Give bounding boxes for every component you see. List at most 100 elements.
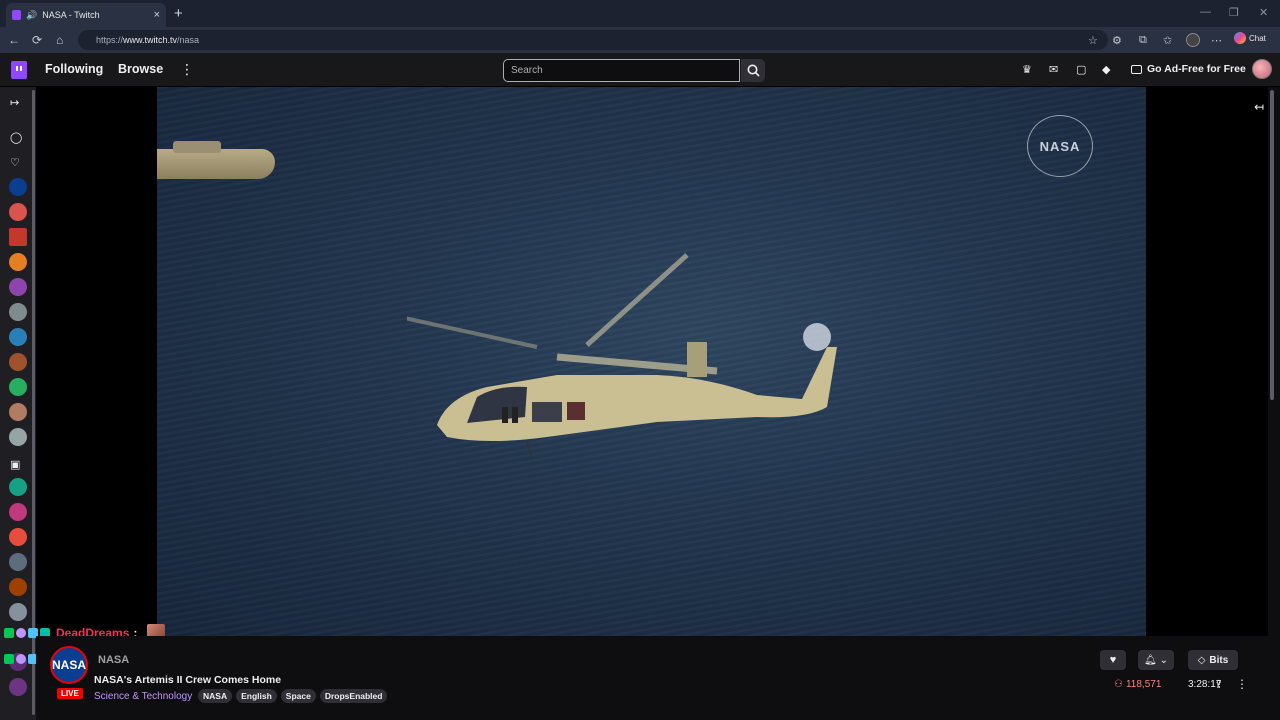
more-options-icon[interactable]: ⋮ [1236,677,1248,691]
bits-button[interactable]: ◇ Bits [1188,650,1238,670]
bell-icon: 🔔︎ [1143,654,1157,666]
sidebar-channel-avatar[interactable] [9,353,27,371]
extensions-icon[interactable]: ⚙ [1112,34,1122,47]
following-link[interactable]: Following [45,62,103,76]
more-menu-icon[interactable]: ⋮ [180,61,194,78]
back-icon[interactable]: ← [8,33,20,47]
maximize-icon[interactable]: ❐ [1229,6,1239,19]
sidebar-channel-avatar[interactable] [9,378,27,396]
viewer-count-value: 118,571 [1125,679,1162,690]
sidebar-channel-avatar[interactable] [9,228,27,246]
sidebar-channel-avatar[interactable] [9,253,27,271]
stream-title: NASA's Artemis II Crew Comes Home [94,674,282,686]
url-path: /nasa [177,35,200,45]
recovery-boat-image [157,141,275,179]
expand-sidebar-icon[interactable]: ↦ [10,96,19,109]
new-tab-icon[interactable]: + [174,5,183,22]
search-icon [747,64,760,77]
prime-loot-icon[interactable]: ♛ [1022,64,1034,76]
channel-avatar[interactable]: NASA [50,646,88,684]
channel-info-bar: NASA LIVE NASA NASA's Artemis II Crew Co… [36,636,1268,720]
bits-diamond-icon: ◇ [1197,654,1206,666]
sidebar-channel-avatar[interactable] [9,303,27,321]
copilot-icon [1234,32,1246,44]
inbox-icon[interactable]: ✉ [1049,64,1061,76]
tag-chip[interactable]: Space [280,689,316,703]
sidebar-channel-avatar[interactable] [9,553,27,571]
user-avatar[interactable] [1252,59,1272,79]
sidebar-channel-avatar[interactable] [9,178,27,196]
whispers-icon[interactable]: ▢ [1076,64,1088,76]
share-icon[interactable]: ⇪ [1214,678,1223,691]
sidebar-channel-avatar[interactable] [9,403,27,421]
home-icon[interactable]: ⌂ [56,33,63,47]
search-input[interactable]: Search [503,59,740,82]
live-badge: LIVE [57,688,83,699]
viewer-count: ⚇ 118,571 [1114,679,1161,690]
profile-avatar[interactable] [1186,33,1200,47]
sidebar-scrollbar[interactable] [32,90,35,715]
twitch-top-nav: Following Browse ⋮ Search ♛ ✉ ▢ ◆ Go Ad-… [0,53,1280,87]
chat-label: Chat [1249,33,1266,43]
tag-chip[interactable]: English [236,689,277,703]
video-player[interactable]: NASA [36,87,1268,636]
split-screen-icon[interactable]: ⧉ [1139,34,1147,47]
ad-free-label: Go Ad-Free for Free [1147,63,1246,75]
tag-chip[interactable]: NASA [198,689,233,703]
go-ad-free-button[interactable]: Go Ad-Free for Free [1131,63,1246,75]
search-button[interactable] [741,59,765,82]
stream-category-link[interactable]: Science & Technology [94,691,192,702]
chat-badge-icon [4,628,14,638]
page-scrollbar[interactable] [1270,90,1274,400]
copilot-chat-button[interactable]: Chat [1234,32,1266,44]
browser-menu-icon[interactable]: ⋯ [1211,34,1222,47]
chat-badge-icon [16,654,26,664]
chevron-down-icon: ⌄ [1159,654,1169,666]
address-bar[interactable]: https://www.twitch.tv/nasa [78,30,1108,50]
chat-badge-icon [4,654,14,664]
notifications-button[interactable]: 🔔︎ ⌄ [1138,650,1174,670]
heart-icon: ♥ [1109,654,1117,666]
browser-tab-strip: 🔊 NASA - Twitch × + — ❐ ✕ [0,0,1280,27]
sidebar-channel-avatar[interactable] [9,203,27,221]
video-camera-icon[interactable]: ▣ [10,458,20,471]
twitch-logo-icon[interactable] [11,61,27,79]
bits-icon[interactable]: ◆ [1102,64,1114,76]
collapse-chat-icon[interactable]: ↤ [1254,100,1264,114]
speaker-icon[interactable]: 🔊 [26,10,37,21]
browser-toolbar: ← ⟳ ⌂ https://www.twitch.tv/nasa ☆ ⚙ ⧉ ✩… [0,27,1280,53]
sidebar-channel-avatar[interactable] [9,528,27,546]
window-close-icon[interactable]: ✕ [1259,6,1268,19]
follow-button[interactable]: ♥ [1100,650,1126,670]
sidebar-channel-avatar[interactable] [9,678,27,696]
viewer-person-icon: ⚇ [1114,679,1123,690]
tag-chip[interactable]: DropsEnabled [319,689,388,703]
for-you-icon[interactable]: ◯ [10,131,22,144]
sidebar-channel-avatar[interactable] [9,503,27,521]
sidebar-channel-avatar[interactable] [9,328,27,346]
url-prefix: https:// [96,35,124,45]
tv-icon [1131,64,1142,74]
bits-label: Bits [1209,654,1229,666]
favorite-star-icon[interactable]: ☆ [1088,34,1098,47]
channel-name[interactable]: NASA [98,654,129,666]
minimize-icon[interactable]: — [1200,6,1211,18]
browser-tab[interactable]: 🔊 NASA - Twitch × [6,3,166,27]
sidebar-channel-avatar[interactable] [9,278,27,296]
chat-badge-icon [16,628,26,638]
sidebar-channel-avatar[interactable] [9,603,27,621]
nasa-watermark-logo: NASA [1027,115,1093,177]
sidebar-channel-avatar[interactable] [9,428,27,446]
tab-title: NASA - Twitch [42,10,100,20]
stream-tags: NASA English Space DropsEnabled [198,689,388,703]
close-tab-icon[interactable]: × [154,9,160,21]
sidebar-channel-avatar[interactable] [9,578,27,596]
sidebar-channel-avatar[interactable] [9,478,27,496]
browse-link[interactable]: Browse [118,62,163,76]
video-frame[interactable]: NASA [157,87,1146,636]
favorites-icon[interactable]: ✩ [1163,34,1172,47]
twitch-favicon-icon [12,10,21,20]
url-host: www.twitch.tv [123,35,178,45]
following-heart-icon[interactable]: ♡ [10,156,20,169]
reload-icon[interactable]: ⟳ [32,33,42,47]
